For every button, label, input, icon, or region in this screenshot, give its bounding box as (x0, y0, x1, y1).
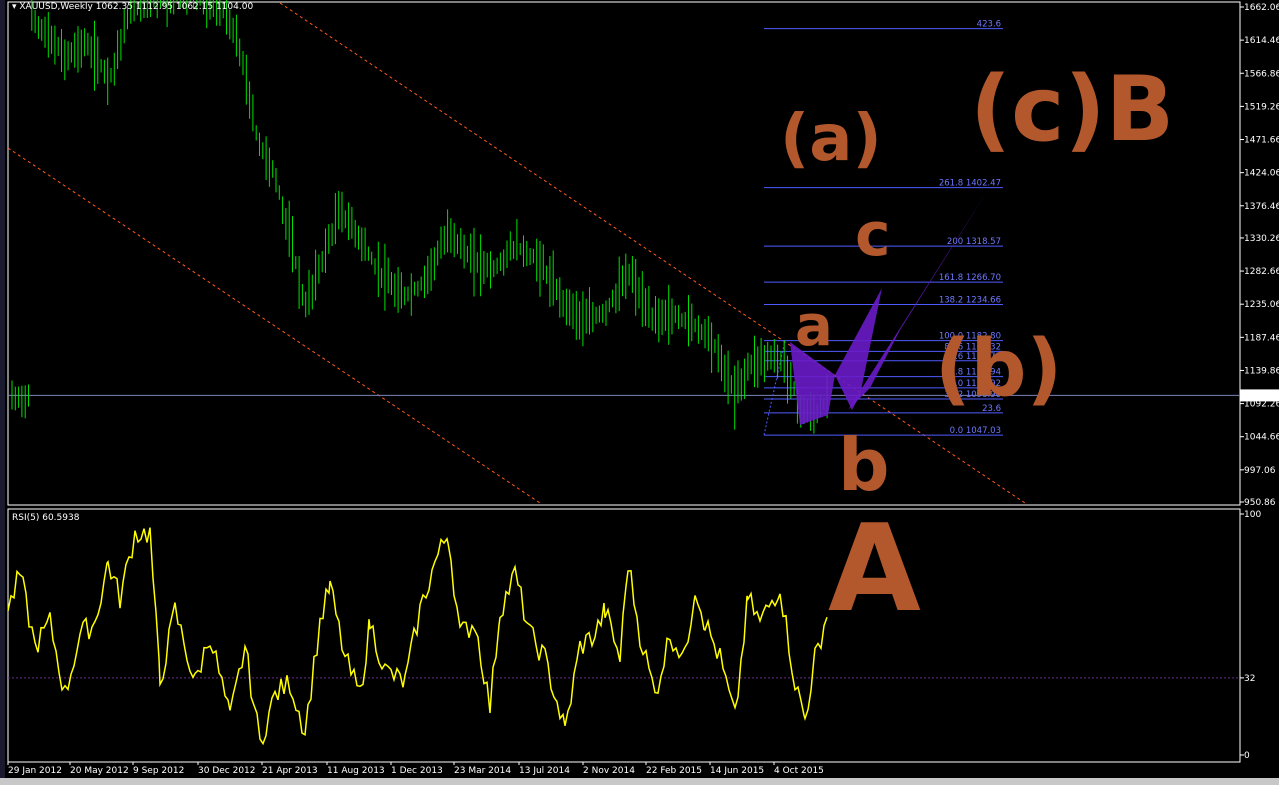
time-tick-label: 30 Dec 2012 (198, 766, 256, 776)
annotation-b-paren: (b) (935, 324, 1062, 414)
fib-level-label: 261.8 1402.47 (939, 179, 1001, 189)
fib-level-label: 423.6 (977, 20, 1001, 30)
annotation-cb: (c)B (970, 57, 1174, 162)
price-tick-label: 1187.46 (1244, 333, 1279, 343)
time-tick-label: 20 May 2012 (70, 766, 129, 776)
annotation-a: a (795, 294, 833, 359)
annotation-c: c (855, 200, 891, 270)
time-tick-label: 1 Dec 2013 (391, 766, 443, 776)
rsi-tick-label: 32 (1244, 674, 1255, 684)
annotation-a-paren: (a) (780, 102, 882, 176)
price-tick-label: 1376.46 (1244, 202, 1279, 212)
rsi-tick-label: 100 (1244, 510, 1261, 520)
time-tick-label: 21 Apr 2013 (262, 766, 318, 776)
rsi-line (7, 527, 828, 746)
price-tick-label: 1471.66 (1244, 136, 1279, 146)
fib-level-label: 0.0 1047.03 (950, 426, 1001, 436)
current-price-label: 1104.00 (1243, 391, 1279, 401)
price-tick-label: 1139.86 (1244, 366, 1279, 376)
channel-upper-line (279, 2, 1026, 504)
time-tick-label: 22 Feb 2015 (646, 766, 702, 776)
price-tick-label: 1614.46 (1244, 36, 1279, 46)
price-tick-label: 1282.66 (1244, 267, 1279, 277)
price-tick-label: 1566.86 (1244, 69, 1279, 79)
price-tick-label: 1235.06 (1244, 300, 1279, 310)
annotation-b: b (838, 423, 890, 507)
time-tick-label: 13 Jul 2014 (519, 766, 570, 776)
time-tick-label: 29 Jan 2012 (8, 766, 62, 776)
chart-header: ▾ XAUUSD,Weekly 1062.35 1112.95 1062.15 … (12, 2, 253, 12)
price-tick-label: 1662.06 (1244, 3, 1279, 13)
time-tick-label: 23 Mar 2014 (454, 766, 511, 776)
fib-level-label: 161.8 1266.70 (939, 273, 1001, 283)
rsi-label: RSI(5) 60.5938 (12, 513, 80, 523)
rsi-tick-label: 0 (1244, 751, 1250, 761)
price-tick-label: 997.06 (1244, 466, 1276, 476)
chart-svg: 1662.06 1614.46 1566.86 1519.26 1471.66 1424.… (0, 0, 1279, 785)
time-tick-label: 4 Oct 2015 (774, 766, 824, 776)
channel-lower-line (7, 147, 541, 504)
price-tick-label: 1424.06 (1244, 169, 1279, 179)
time-tick-label: 2 Nov 2014 (583, 766, 635, 776)
time-tick-label: 9 Sep 2012 (133, 766, 184, 776)
price-tick-label: 1330.26 (1244, 234, 1279, 244)
candles-group (11, 0, 828, 434)
bottom-bar (0, 778, 1279, 785)
time-tick-label: 14 Jun 2015 (710, 766, 764, 776)
price-tick-label: 1519.26 (1244, 102, 1279, 112)
pattern-leg-ab (835, 288, 882, 410)
fib-level-label: 138.2 1234.66 (939, 295, 1001, 305)
rsi-frame (7, 508, 1241, 763)
price-tick-label: 1044.66 (1244, 433, 1279, 443)
time-tick-label: 11 Aug 2013 (327, 766, 385, 776)
price-tick-label: 950.86 (1244, 498, 1276, 508)
left-scroll-border (0, 0, 5, 785)
annotation-A: A (828, 500, 921, 639)
